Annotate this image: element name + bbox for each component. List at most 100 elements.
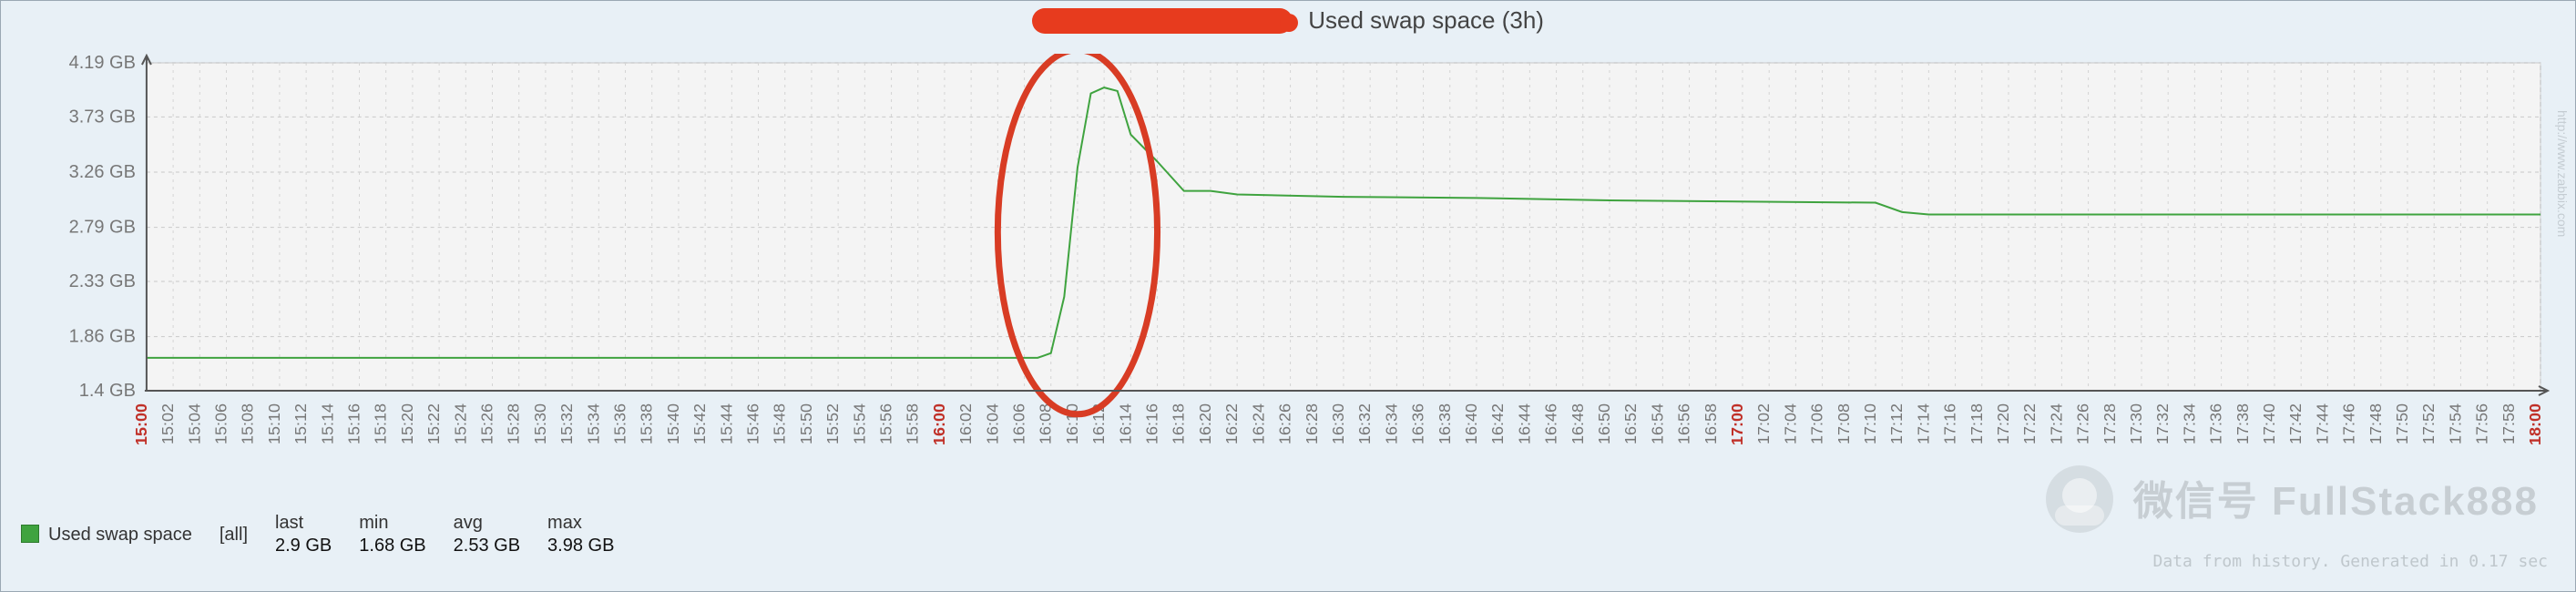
legend-metric: Used swap space [48,525,192,545]
avatar-icon [2046,465,2113,533]
chart-title: Used swap space (3h) [1,1,2575,35]
svg-text:15:22: 15:22 [424,403,443,444]
svg-text:4.19 GB: 4.19 GB [69,54,136,73]
svg-text:15:30: 15:30 [531,403,549,444]
svg-text:16:04: 16:04 [983,403,1001,444]
svg-text:15:28: 15:28 [505,403,523,444]
legend-scope: [all] [220,513,273,556]
svg-text:15:56: 15:56 [877,403,895,444]
svg-text:15:32: 15:32 [557,403,576,444]
legend-avg: 2.53 GB [454,536,546,556]
svg-text:16:26: 16:26 [1276,403,1294,444]
svg-text:18:00: 18:00 [2526,403,2544,445]
svg-text:16:50: 16:50 [1595,403,1613,444]
svg-text:16:08: 16:08 [1037,403,1055,444]
svg-text:15:08: 15:08 [239,403,257,444]
svg-text:16:16: 16:16 [1143,403,1161,444]
svg-text:16:32: 16:32 [1355,403,1374,444]
svg-text:15:38: 15:38 [638,403,656,444]
legend-last: 2.9 GB [275,536,357,556]
svg-text:15:02: 15:02 [158,403,177,444]
svg-text:16:06: 16:06 [1010,403,1028,444]
svg-text:17:00: 17:00 [1728,403,1746,445]
svg-text:15:14: 15:14 [318,403,336,444]
svg-text:15:00: 15:00 [132,403,150,445]
svg-text:17:54: 17:54 [2446,403,2464,444]
svg-text:17:40: 17:40 [2260,403,2278,444]
svg-text:16:30: 16:30 [1329,403,1347,444]
svg-text:17:46: 17:46 [2340,403,2358,444]
footer-text: Data from history. Generated in 0.17 sec [2153,552,2548,571]
svg-text:17:36: 17:36 [2207,403,2225,444]
legend-last-label: last [275,513,357,534]
svg-text:17:16: 17:16 [1941,403,1959,444]
svg-text:16:20: 16:20 [1196,403,1214,444]
svg-text:17:18: 17:18 [1968,403,1986,444]
chart-svg: 1.4 GB 1.86 GB 2.33 GB 2.79 GB 3.26 GB 3.73 G… [19,54,2557,473]
svg-text:16:00: 16:00 [930,403,948,445]
svg-text:16:48: 16:48 [1569,403,1587,444]
svg-text:15:46: 15:46 [744,403,762,444]
legend-avg-label: avg [454,513,546,534]
svg-text:16:18: 16:18 [1170,403,1188,444]
svg-text:16:52: 16:52 [1621,403,1640,444]
svg-text:16:24: 16:24 [1249,403,1267,444]
svg-text:2.33 GB: 2.33 GB [69,271,136,291]
svg-text:17:14: 17:14 [1914,403,1932,444]
svg-text:17:26: 17:26 [2074,403,2092,444]
legend-min: 1.68 GB [359,536,451,556]
svg-text:16:54: 16:54 [1648,403,1666,444]
legend-max: 3.98 GB [547,536,639,556]
watermark-text: 微信号 FullStack888 [2133,479,2539,524]
svg-text:17:24: 17:24 [2047,403,2065,444]
svg-text:15:58: 15:58 [904,403,922,444]
svg-text:15:50: 15:50 [797,403,815,444]
svg-text:15:24: 15:24 [451,403,469,444]
svg-text:17:52: 17:52 [2419,403,2438,444]
svg-text:17:58: 17:58 [2499,403,2518,444]
svg-text:15:20: 15:20 [398,403,416,444]
svg-text:15:10: 15:10 [265,403,283,444]
svg-text:17:20: 17:20 [1994,403,2012,444]
svg-text:1.4 GB: 1.4 GB [79,381,136,401]
svg-text:17:32: 17:32 [2153,403,2172,444]
svg-text:16:56: 16:56 [1675,403,1693,444]
svg-text:17:34: 17:34 [2180,403,2198,444]
svg-text:15:40: 15:40 [664,403,682,444]
svg-text:15:12: 15:12 [291,403,310,444]
svg-text:3.73 GB: 3.73 GB [69,107,136,127]
svg-text:16:46: 16:46 [1542,403,1560,444]
watermark: 微信号 FullStack888 [2046,465,2540,533]
chart-area: 1.4 GB 1.86 GB 2.33 GB 2.79 GB 3.26 GB 3.73 G… [19,54,2557,473]
svg-text:2.79 GB: 2.79 GB [69,218,136,238]
svg-text:17:48: 17:48 [2366,403,2385,444]
svg-text:16:22: 16:22 [1222,403,1241,444]
legend-min-label: min [359,513,451,534]
svg-text:15:18: 15:18 [372,403,390,444]
svg-text:15:48: 15:48 [771,403,789,444]
svg-text:17:38: 17:38 [2234,403,2252,444]
svg-text:17:10: 17:10 [1861,403,1879,444]
svg-text:17:02: 17:02 [1754,403,1773,444]
svg-text:15:26: 15:26 [478,403,496,444]
svg-text:17:44: 17:44 [2313,403,2331,444]
svg-text:16:38: 16:38 [1436,403,1454,444]
svg-text:17:56: 17:56 [2473,403,2491,444]
svg-text:15:42: 15:42 [690,403,709,444]
svg-text:15:06: 15:06 [212,403,230,444]
svg-text:16:14: 16:14 [1116,403,1134,444]
zabbix-chart-panel: Used swap space (3h) 1.4 GB 1.86 GB 2.33 G… [0,0,2576,592]
svg-text:3.26 GB: 3.26 GB [69,162,136,182]
svg-text:16:44: 16:44 [1515,403,1533,444]
svg-text:17:06: 17:06 [1808,403,1826,444]
svg-text:16:40: 16:40 [1462,403,1480,444]
svg-text:17:22: 17:22 [2020,403,2039,444]
zabbix-link-text: http://www.zabbix.com [2555,110,2570,237]
svg-text:1.86 GB: 1.86 GB [69,327,136,347]
svg-text:16:28: 16:28 [1303,403,1321,444]
svg-text:17:50: 17:50 [2393,403,2411,444]
svg-text:17:12: 17:12 [1887,403,1906,444]
svg-text:16:02: 16:02 [956,403,975,444]
chart-title-text: Used swap space (3h) [1308,6,1544,34]
svg-text:17:30: 17:30 [2127,403,2145,444]
